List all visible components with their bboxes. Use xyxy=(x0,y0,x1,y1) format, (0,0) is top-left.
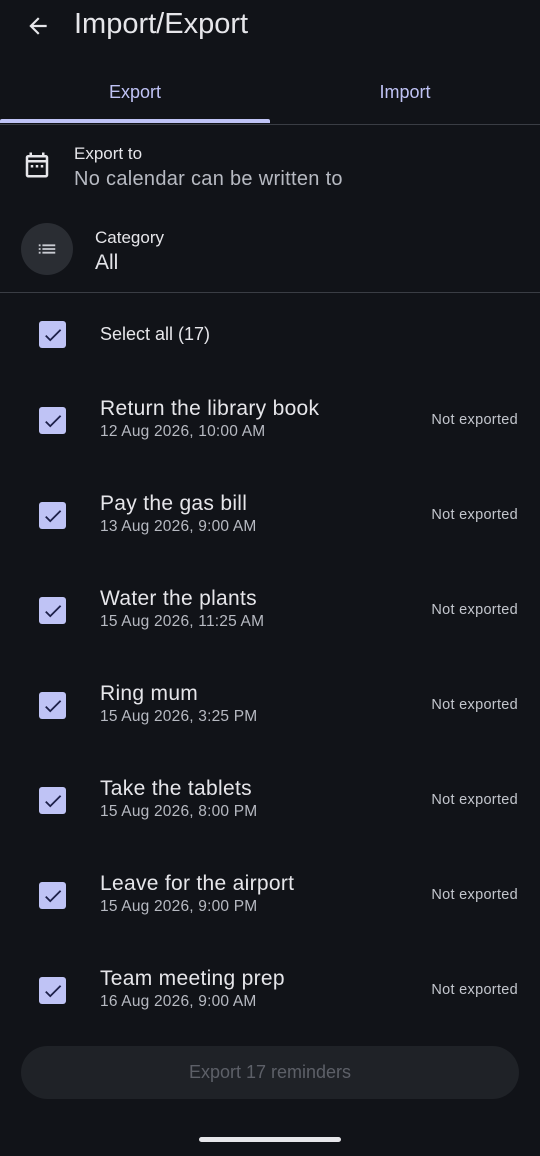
check-icon xyxy=(44,699,61,712)
export-status: Not exported xyxy=(431,697,518,713)
export-to-label: Export to xyxy=(74,144,143,163)
reminder-row[interactable]: Return the library book 12 Aug 2026, 10:… xyxy=(0,385,540,465)
export-status: Not exported xyxy=(431,982,518,998)
select-all-checkbox[interactable] xyxy=(39,321,66,348)
check-icon xyxy=(44,328,61,341)
check-icon xyxy=(44,889,61,902)
select-all-label: Select all (17) xyxy=(100,324,211,344)
reminder-row[interactable]: Pay the gas bill 13 Aug 2026, 9:00 AM No… xyxy=(0,480,540,560)
reminder-row[interactable]: Team meeting prep 16 Aug 2026, 9:00 AM N… xyxy=(0,955,540,1035)
reminder-date: 15 Aug 2026, 9:00 PM xyxy=(100,898,258,915)
reminder-row[interactable]: Ring mum 15 Aug 2026, 3:25 PM Not export… xyxy=(0,670,540,750)
reminder-checkbox[interactable] xyxy=(39,787,66,814)
export-status: Not exported xyxy=(431,412,518,428)
export-status: Not exported xyxy=(431,507,518,523)
reminder-checkbox[interactable] xyxy=(39,692,66,719)
export-status: Not exported xyxy=(431,887,518,903)
reminder-checkbox[interactable] xyxy=(39,502,66,529)
calendar-icon xyxy=(25,152,49,178)
reminder-date: 15 Aug 2026, 8:00 PM xyxy=(100,803,258,820)
category-selector[interactable]: Category All xyxy=(0,218,540,290)
category-icon-container xyxy=(21,223,73,275)
reminder-checkbox[interactable] xyxy=(39,977,66,1004)
reminder-date: 15 Aug 2026, 3:25 PM xyxy=(100,708,258,725)
category-label: Category xyxy=(95,228,164,247)
page-title: Import/Export xyxy=(74,8,249,40)
back-button[interactable] xyxy=(18,6,58,46)
app-bar: Import/Export xyxy=(0,0,540,56)
category-value: All xyxy=(95,251,119,274)
list-icon xyxy=(38,244,56,254)
reminder-title: Ring mum xyxy=(100,682,199,705)
tab-export[interactable]: Export xyxy=(0,66,270,122)
reminder-row[interactable]: Take the tablets 15 Aug 2026, 8:00 PM No… xyxy=(0,765,540,845)
reminder-title: Pay the gas bill xyxy=(100,492,248,515)
tab-indicator xyxy=(0,119,270,123)
reminder-checkbox[interactable] xyxy=(39,407,66,434)
reminder-title: Water the plants xyxy=(100,587,257,610)
tab-bar: Export Import xyxy=(0,66,540,125)
export-status: Not exported xyxy=(431,602,518,618)
home-indicator[interactable] xyxy=(199,1137,341,1142)
reminder-title: Team meeting prep xyxy=(100,967,285,990)
reminder-date: 15 Aug 2026, 11:25 AM xyxy=(100,613,265,630)
reminder-checkbox[interactable] xyxy=(39,597,66,624)
check-icon xyxy=(44,794,61,807)
export-reminders-button[interactable]: Export 17 reminders xyxy=(21,1046,519,1099)
check-icon xyxy=(44,604,61,617)
reminder-checkbox[interactable] xyxy=(39,882,66,909)
reminder-date: 16 Aug 2026, 9:00 AM xyxy=(100,993,257,1010)
export-to-value: No calendar can be written to xyxy=(74,168,343,190)
select-all-row[interactable]: Select all (17) xyxy=(0,310,540,360)
reminder-row[interactable]: Water the plants 15 Aug 2026, 11:25 AM N… xyxy=(0,575,540,655)
tab-import[interactable]: Import xyxy=(270,66,540,122)
arrow-left-icon xyxy=(29,17,47,35)
export-status: Not exported xyxy=(431,792,518,808)
reminder-title: Take the tablets xyxy=(100,777,252,800)
check-icon xyxy=(44,984,61,997)
section-divider xyxy=(0,292,540,293)
reminder-row[interactable]: Leave for the airport 15 Aug 2026, 9:00 … xyxy=(0,860,540,940)
reminder-date: 12 Aug 2026, 10:00 AM xyxy=(100,423,266,440)
export-to-selector[interactable]: Export to No calendar can be written to xyxy=(0,136,540,200)
check-icon xyxy=(44,414,61,427)
check-icon xyxy=(44,509,61,522)
reminder-title: Leave for the airport xyxy=(100,872,295,895)
reminder-date: 13 Aug 2026, 9:00 AM xyxy=(100,518,257,535)
reminder-title: Return the library book xyxy=(100,397,320,420)
